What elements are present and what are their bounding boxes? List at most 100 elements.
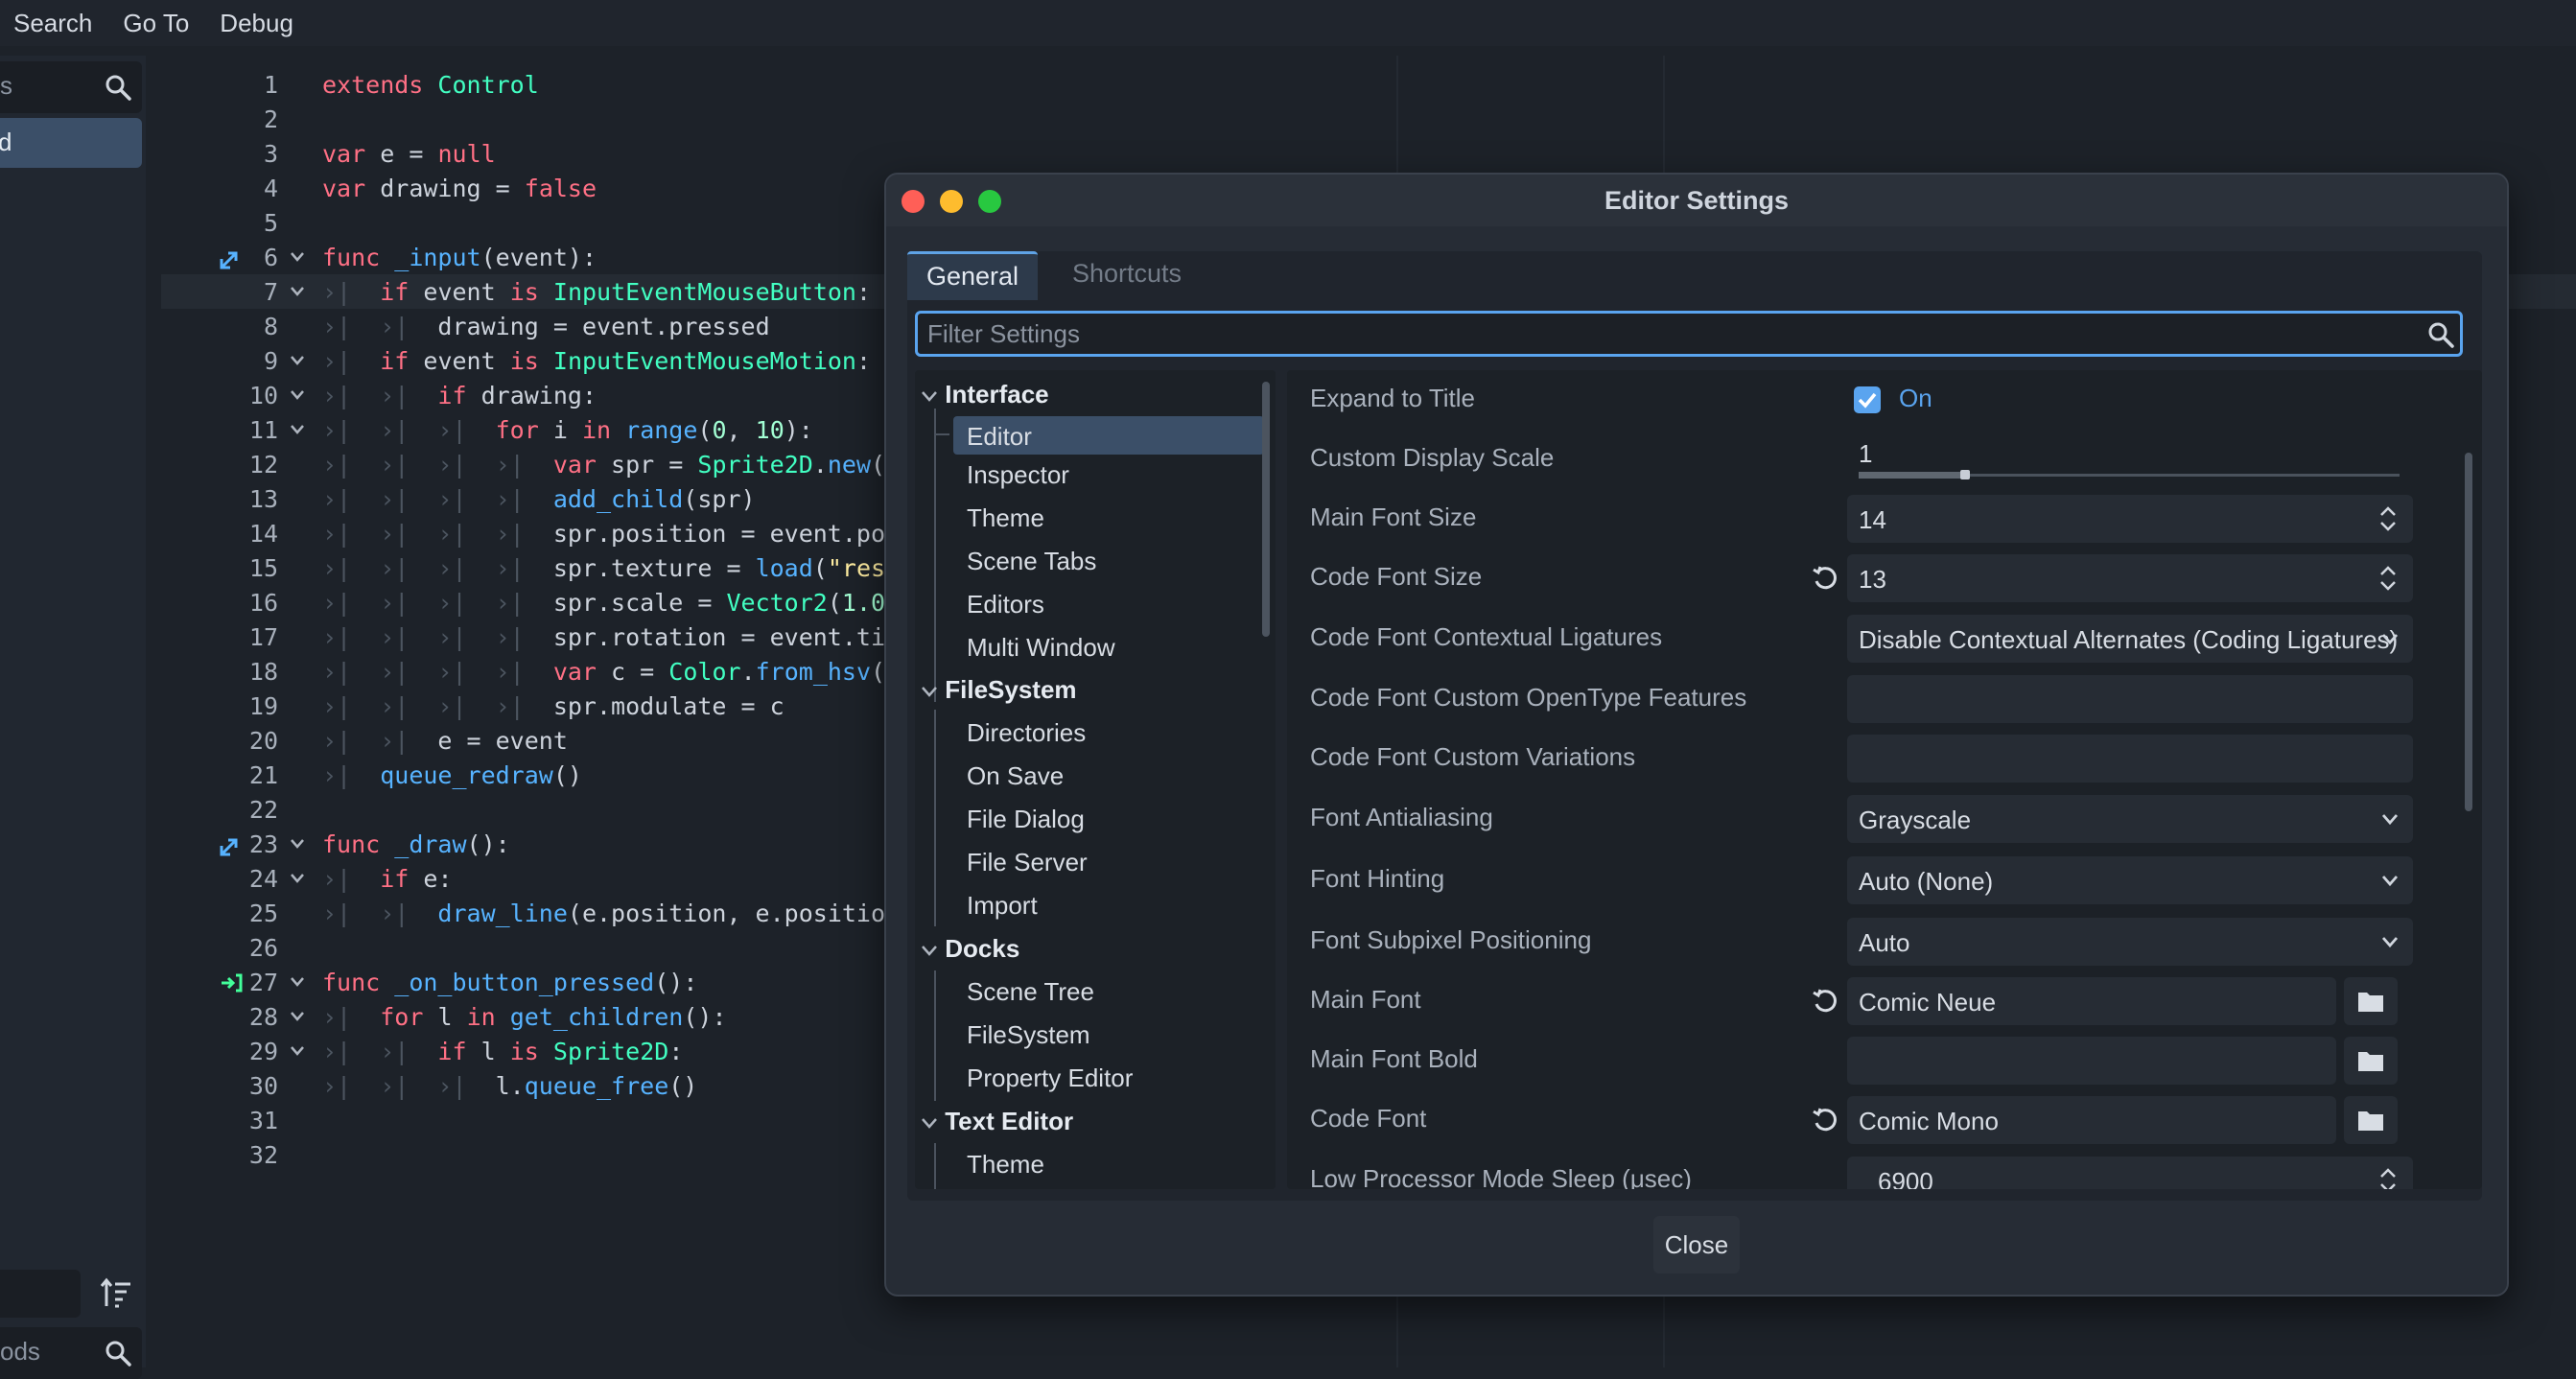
tree-item-editors[interactable]: Editors [967,590,1044,628]
browse-folder-button[interactable] [2344,1037,2398,1085]
spin-arrows-icon[interactable] [2378,1166,2398,1189]
code-token: is [509,1038,539,1065]
menu-search[interactable]: Search [13,9,92,38]
sort-icon[interactable] [100,1277,132,1310]
code-font-size-spinbox[interactable]: 13 [1847,554,2413,602]
tree-item-file-server[interactable]: File Server [967,848,1088,886]
tree-item-file-dialog[interactable]: File Dialog [967,805,1085,843]
code-token: in [581,416,612,444]
checkbox-checked-icon[interactable] [1853,386,1882,414]
chevron-down-icon[interactable] [921,944,938,957]
tree-category-filesystem[interactable]: FileSystem [921,675,1077,713]
code-font-ligatures-dropdown[interactable]: Disable Contextual Alternates (Coding Li… [1847,615,2413,663]
tree-item-inspector[interactable]: Inspector [967,460,1069,499]
tree-item-directories[interactable]: Directories [967,718,1086,757]
tree-connector [934,1143,936,1189]
code-token: _input [394,244,481,271]
code-token: ( [827,589,842,617]
revert-icon[interactable] [1811,1106,1839,1134]
tree-item-editor[interactable]: Editor [953,416,1264,455]
search-icon[interactable] [2426,320,2455,349]
tree-connector [934,970,936,1101]
main-font-size-spinbox[interactable]: 14 [1847,495,2413,543]
low-processor-sleep-spinbox[interactable]: 6900 [1847,1157,2413,1189]
menu-debug[interactable]: Debug [220,9,293,38]
tree-item-on-save[interactable]: On Save [967,761,1064,800]
font-antialiasing-dropdown[interactable]: Grayscale [1847,795,2413,843]
line-number: 3 [263,140,278,168]
code-line[interactable]: 2 [161,102,2576,136]
tab-shortcuts[interactable]: Shortcuts [1053,251,1201,297]
font-hinting-dropdown[interactable]: Auto (None) [1847,856,2413,904]
code-font-opentype-field[interactable] [1847,675,2413,723]
line-number: 28 [248,1003,278,1031]
fold-chevron-icon[interactable] [290,1011,305,1022]
dialog-titlebar[interactable]: Editor Settings [886,175,2507,226]
line-number: 15 [248,554,278,582]
filter-methods-field[interactable]: ods [0,1327,142,1379]
script-list-item[interactable]: d [0,118,142,168]
fold-chevron-icon[interactable] [290,389,305,401]
main-font-path-field[interactable]: Comic Neue [1847,977,2336,1025]
tree-item-multi-window[interactable]: Multi Window [967,633,1115,671]
tree-item-scene-tree[interactable]: Scene Tree [967,977,1094,1016]
code-token: event.pressed [581,313,770,340]
fold-chevron-icon[interactable] [290,976,305,988]
chevron-down-icon[interactable] [921,389,938,403]
setting-label: Main Font Size [1310,503,1477,531]
line-number: 12 [248,451,278,479]
main-font-bold-path-field[interactable] [1847,1037,2336,1085]
close-button[interactable]: Close [1653,1216,1740,1274]
fold-chevron-icon[interactable] [290,1045,305,1057]
tree-category-interface[interactable]: Interface [921,380,1049,418]
chevron-down-icon [2381,876,2399,887]
tree-category-text-editor[interactable]: Text Editor [921,1107,1073,1145]
inspector-scrollbar[interactable] [2465,453,2472,811]
tree-item-property-editor[interactable]: Property Editor [967,1063,1133,1102]
code-token: extends [322,71,424,99]
code-token: 0 [712,416,727,444]
spin-arrows-icon[interactable] [2378,504,2398,533]
tree-category-docks[interactable]: Docks [921,934,1019,972]
browse-folder-button[interactable] [2344,977,2398,1025]
browse-folder-button[interactable] [2344,1096,2398,1144]
revert-icon[interactable] [1811,564,1839,593]
setting-low-processor-sleep: Low Processor Mode Sleep (μsec) 6900 [1287,1151,2457,1189]
code-line[interactable]: 3 var e = null [161,136,2576,171]
revert-icon[interactable] [1811,987,1839,1016]
tab-general[interactable]: General [907,251,1039,300]
tree-item-scene-tabs[interactable]: Scene Tabs [967,547,1096,585]
code-line[interactable]: 1 extends Control [161,67,2576,102]
tree-item-import[interactable]: Import [967,891,1038,929]
fold-chevron-icon[interactable] [290,251,305,263]
method-filter-box[interactable] [0,1270,81,1318]
line-number: 31 [248,1107,278,1134]
line-number: 24 [248,865,278,893]
chevron-down-icon [2381,634,2399,645]
chevron-down-icon [2381,937,2399,948]
code-font-path-field[interactable]: Comic Mono [1847,1096,2336,1144]
search-icon[interactable] [104,1339,132,1367]
tree-scrollbar[interactable] [1262,382,1270,637]
slider-grabber[interactable] [1960,470,1970,479]
menu-go-to[interactable]: Go To [123,9,189,38]
filter-settings-input[interactable] [915,311,2463,357]
fold-chevron-icon[interactable] [290,873,305,884]
code-font-variations-field[interactable] [1847,735,2413,783]
fold-chevron-icon[interactable] [290,286,305,297]
search-icon[interactable] [104,73,132,102]
font-subpixel-dropdown[interactable]: Auto [1847,918,2413,966]
chevron-down-icon[interactable] [921,685,938,698]
chevron-down-icon[interactable] [921,1116,938,1130]
setting-label: Code Font Custom OpenType Features [1310,683,1747,712]
tree-item-label: Editor [967,422,1032,451]
tree-item-docks-filesystem[interactable]: FileSystem [967,1020,1090,1059]
fold-chevron-icon[interactable] [290,424,305,435]
fold-chevron-icon[interactable] [290,355,305,366]
fold-chevron-icon[interactable] [290,838,305,850]
filter-scripts-field[interactable]: s [0,61,142,113]
tree-item-theme[interactable]: Theme [967,503,1044,542]
code-token: (spr) [683,485,756,513]
spin-arrows-icon[interactable] [2378,564,2398,593]
tree-item-text-editor-theme[interactable]: Theme [967,1150,1044,1188]
